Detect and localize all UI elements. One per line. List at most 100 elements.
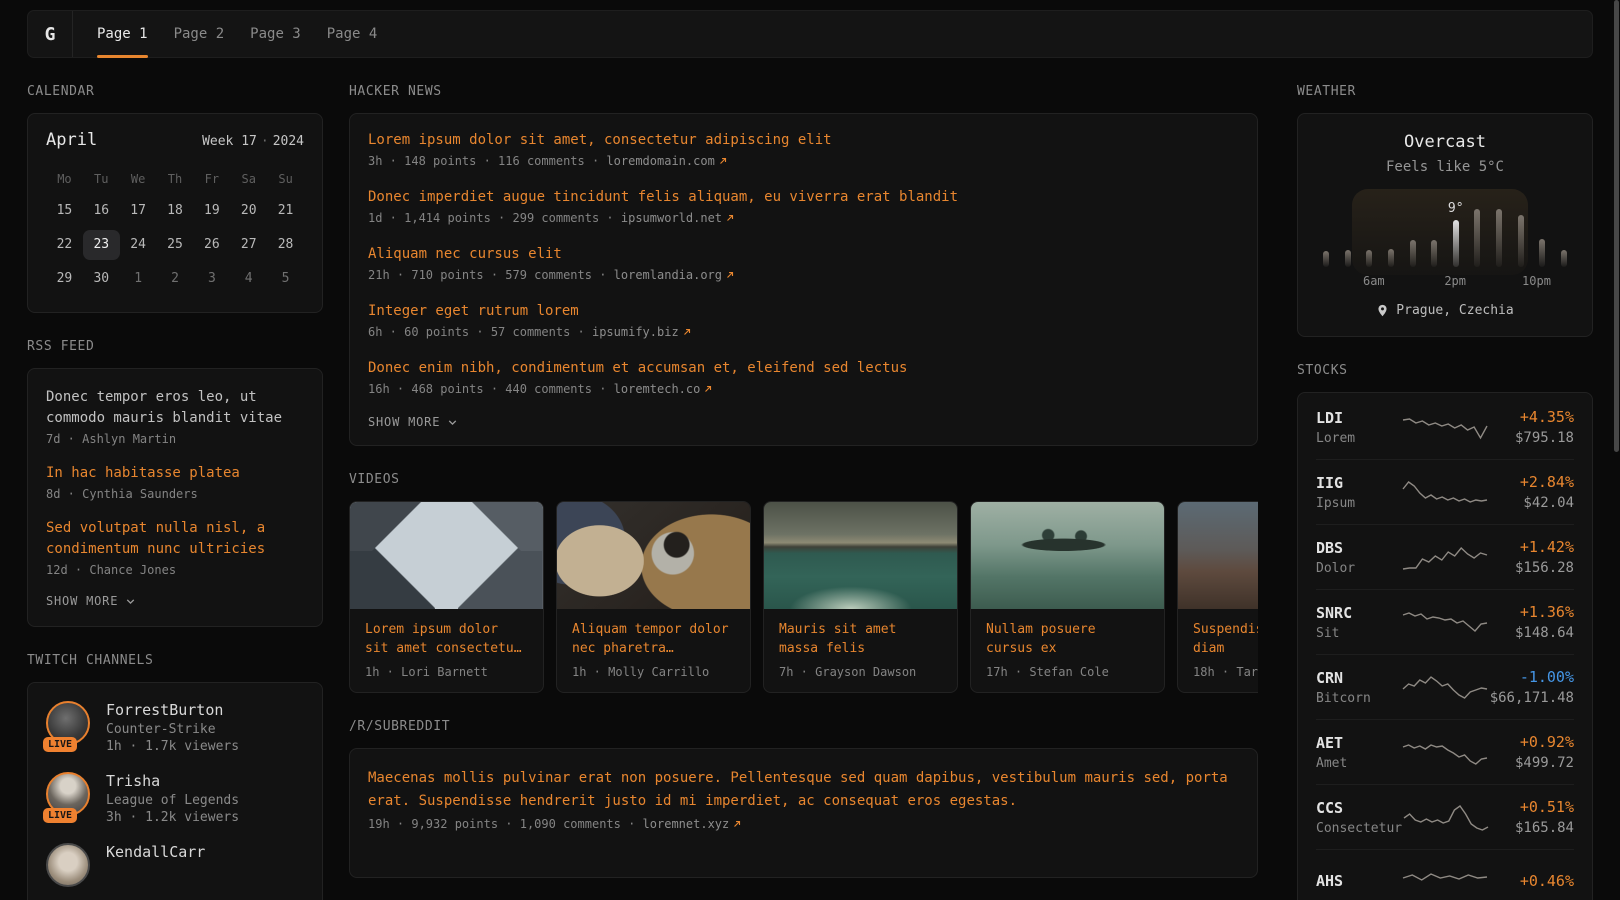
twitch-avatar-wrap: LIVE	[46, 701, 90, 745]
stock-symbol[interactable]: CCS	[1316, 799, 1402, 817]
stock-name: Ipsum	[1316, 496, 1401, 511]
video-meta: 7h · Grayson Dawson	[779, 665, 942, 679]
tab-page-4[interactable]: Page 4	[327, 11, 378, 57]
subreddit-post-domain[interactable]: loremnet.xyz	[643, 817, 730, 831]
stock-identity: LDILorem	[1316, 409, 1401, 446]
calendar-day[interactable]: 17	[120, 196, 157, 226]
sparkline-chart	[1401, 409, 1489, 445]
video-thumbnail[interactable]	[971, 502, 1164, 609]
calendar-day[interactable]: 20	[230, 196, 267, 226]
tab-page-2[interactable]: Page 2	[174, 11, 225, 57]
external-link-icon	[682, 327, 692, 337]
subreddit-post-title[interactable]: Maecenas mollis pulvinar erat non posuer…	[368, 767, 1228, 813]
rss-item-title[interactable]: In hac habitasse platea	[46, 463, 304, 484]
video-title[interactable]: Mauris sit amet massa felis	[779, 620, 942, 658]
calendar-day[interactable]: 28	[267, 230, 304, 260]
calendar-day[interactable]: 25	[157, 230, 194, 260]
app-logo[interactable]: G	[28, 11, 73, 57]
video-thumbnail[interactable]	[350, 502, 543, 609]
calendar-day[interactable]: 29	[46, 264, 83, 294]
calendar-day-header: Sa	[230, 166, 267, 192]
calendar-day[interactable]: 2	[157, 264, 194, 294]
subreddit-section-label: /R/SUBREDDIT	[349, 719, 1258, 734]
rss-item-title[interactable]: Donec tempor eros leo, ut commodo mauris…	[46, 387, 304, 429]
subreddit-post-meta: 19h · 9,932 points · 1,090 comments · lo…	[368, 817, 1239, 831]
twitch-channel-game: Counter-Strike	[106, 722, 239, 737]
calendar-day[interactable]: 18	[157, 196, 194, 226]
calendar-section-label: CALENDAR	[27, 84, 323, 99]
stock-values: +1.42%$156.28	[1489, 538, 1574, 576]
hackernews-item-title[interactable]: Integer eget rutrum lorem	[368, 301, 1239, 321]
stock-symbol[interactable]: IIG	[1316, 474, 1401, 492]
rss-show-more-button[interactable]: SHOW MORE	[46, 594, 304, 608]
channel-avatar[interactable]	[46, 843, 90, 887]
calendar-day[interactable]: 19	[193, 196, 230, 226]
twitch-channel-name[interactable]: Trisha	[106, 772, 239, 790]
hackernews-item-domain[interactable]: loremlandia.org	[614, 268, 722, 282]
video-title[interactable]: Lorem ipsum dolor sit amet consectetu…	[365, 620, 528, 658]
stock-symbol[interactable]: AHS	[1316, 872, 1401, 890]
calendar-day[interactable]: 27	[230, 230, 267, 260]
tab-page-3[interactable]: Page 3	[250, 11, 301, 57]
calendar-day[interactable]: 21	[267, 196, 304, 226]
hackernews-item-domain[interactable]: ipsumify.biz	[592, 325, 679, 339]
twitch-channel-name[interactable]: KendallCarr	[106, 843, 205, 861]
stock-sparkline	[1401, 863, 1489, 899]
hackernews-item-title[interactable]: Donec imperdiet augue tincidunt felis al…	[368, 187, 1239, 207]
video-title[interactable]: Nullam posuere cursus ex	[986, 620, 1149, 658]
calendar-day[interactable]: 30	[83, 264, 120, 294]
chevron-down-icon	[124, 595, 137, 608]
twitch-channel-name[interactable]: ForrestBurton	[106, 701, 239, 719]
stock-row: CRNBitcorn-1.00%$66,171.48	[1316, 655, 1574, 720]
calendar-day[interactable]: 24	[120, 230, 157, 260]
sparkline-chart	[1401, 604, 1489, 640]
stock-symbol[interactable]: LDI	[1316, 409, 1401, 427]
hackernews-item-title[interactable]: Donec enim nibh, condimentum et accumsan…	[368, 358, 1239, 378]
calendar-day[interactable]: 16	[83, 196, 120, 226]
rss-widget: Donec tempor eros leo, ut commodo mauris…	[27, 368, 323, 627]
hackernews-item-domain[interactable]: loremtech.co	[614, 382, 701, 396]
weather-location[interactable]: Prague, Czechia	[1318, 303, 1572, 318]
twitch-channel-row: LIVETrishaLeague of Legends3h · 1.2k vie…	[46, 772, 304, 825]
hackernews-item-title[interactable]: Lorem ipsum dolor sit amet, consectetur …	[368, 130, 1239, 150]
calendar-day[interactable]: 4	[230, 264, 267, 294]
stock-identity: IIG Ipsum	[1316, 474, 1401, 511]
calendar-day-selected[interactable]: 23	[83, 230, 120, 260]
hackernews-item-title[interactable]: Aliquam nec cursus elit	[368, 244, 1239, 264]
rss-item-title[interactable]: Sed volutpat nulla nisl, a condimentum n…	[46, 518, 304, 560]
calendar-day[interactable]: 3	[193, 264, 230, 294]
video-thumbnail[interactable]	[764, 502, 957, 609]
calendar-day[interactable]: 26	[193, 230, 230, 260]
calendar-day[interactable]: 5	[267, 264, 304, 294]
page-scrollbar[interactable]	[1614, 0, 1619, 900]
dashboard-page: G Page 1Page 2Page 3Page 4 CALENDAR Apri…	[0, 0, 1620, 900]
calendar-day[interactable]: 1	[120, 264, 157, 294]
stock-row: SNRCSit+1.36%$148.64	[1316, 590, 1574, 655]
calendar-day[interactable]: 15	[46, 196, 83, 226]
hackernews-item-meta: 3h · 148 points · 116 comments · loremdo…	[368, 154, 1239, 168]
sparkline-chart	[1401, 474, 1489, 510]
sparkline-chart	[1401, 669, 1489, 705]
calendar-day-header: Tu	[83, 166, 120, 192]
external-link-icon	[732, 819, 742, 829]
video-title[interactable]: Aliquam tempor dolor nec pharetra…	[572, 620, 735, 658]
tab-page-1[interactable]: Page 1	[97, 11, 148, 57]
stock-symbol[interactable]: AET	[1316, 734, 1401, 752]
hackernews-show-more-button[interactable]: SHOW MORE	[368, 415, 1239, 429]
twitch-widget: LIVEForrestBurtonCounter-Strike1h · 1.7k…	[27, 682, 323, 900]
video-card: Mauris sit amet massa felis 7h · Grayson …	[763, 501, 958, 693]
calendar-day[interactable]: 22	[46, 230, 83, 260]
stock-symbol[interactable]: CRN	[1316, 669, 1401, 687]
scrollbar-thumb[interactable]	[1614, 0, 1619, 452]
weather-hourly-chart: 9° 6am2pm10pm	[1319, 189, 1571, 289]
hackernews-item-domain[interactable]: ipsumworld.net	[621, 211, 722, 225]
hackernews-item-domain[interactable]: loremdomain.com	[606, 154, 714, 168]
video-title[interactable]: Suspendisse volutpat diam	[1193, 620, 1258, 658]
video-thumbnail[interactable]	[1178, 502, 1258, 609]
stock-symbol[interactable]: DBS	[1316, 539, 1401, 557]
video-thumbnail[interactable]	[557, 502, 750, 609]
stock-symbol[interactable]: SNRC	[1316, 604, 1401, 622]
stock-change: +0.46%	[1489, 872, 1574, 890]
current-temperature-label: 9°	[1448, 201, 1464, 216]
stock-change: +0.92%	[1489, 733, 1574, 751]
